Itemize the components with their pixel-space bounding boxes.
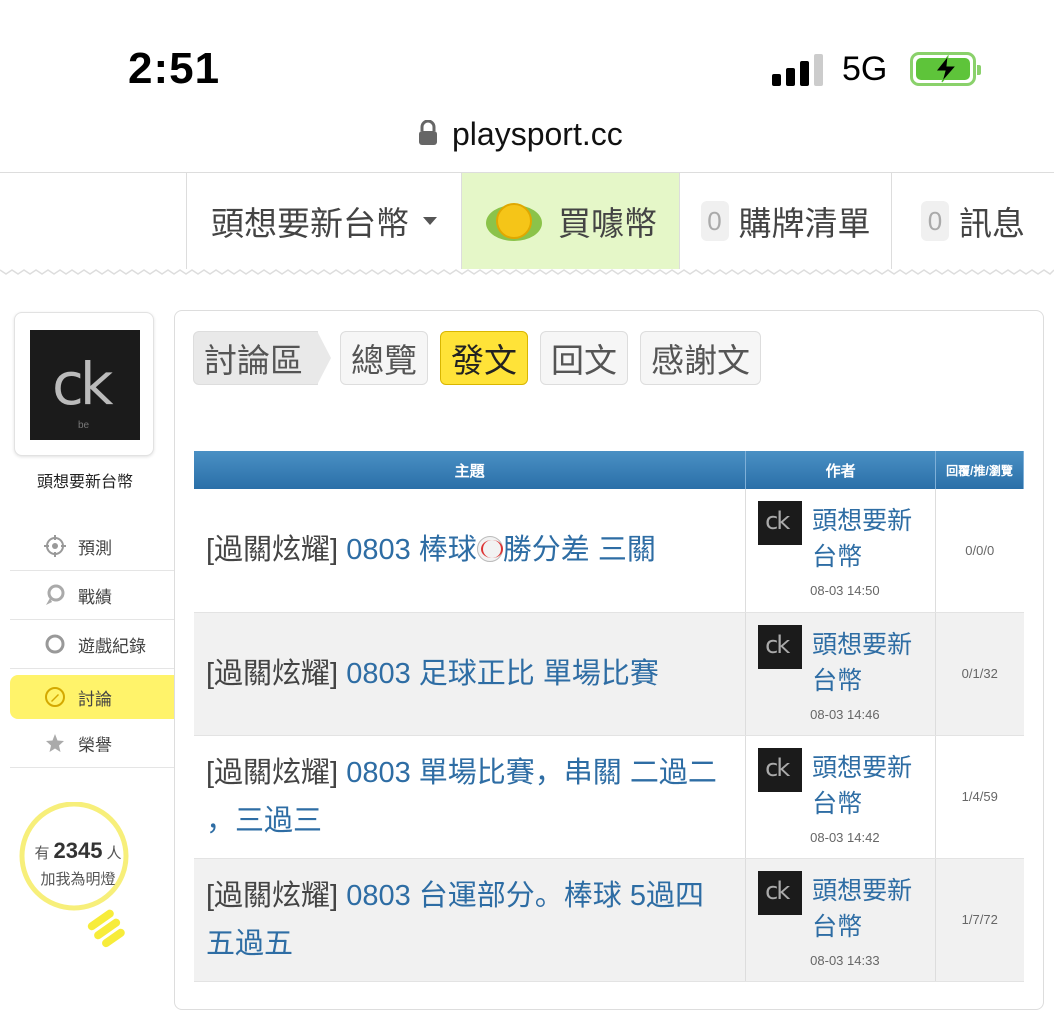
sidebar-item-label: 遊戲紀錄 xyxy=(78,636,146,656)
tab-overview[interactable]: 總覽 xyxy=(340,331,428,385)
post-tag: [過關炫耀] xyxy=(206,657,339,690)
cart-label: 購牌清單 xyxy=(738,205,871,242)
post-stats: 0/1/32 xyxy=(935,612,1024,736)
battery-charging-icon xyxy=(910,52,981,86)
column-header-topic[interactable]: 主題 xyxy=(194,451,747,489)
tab-replies[interactable]: 回文 xyxy=(540,331,628,385)
cart-button[interactable]: 0 購牌清單 xyxy=(679,173,891,269)
message-count: 0 xyxy=(921,201,949,241)
buy-coin-label: 買噱幣 xyxy=(558,205,657,242)
post-tag: [過關炫耀] xyxy=(206,879,339,912)
avatar: ck be xyxy=(30,330,140,440)
post-author: ck 頭想要新台幣 08-03 14:42 xyxy=(745,735,937,859)
avatar-logo-text: ck xyxy=(52,350,114,418)
sidebar-item-predict[interactable]: 預測 xyxy=(10,522,175,571)
forum-tabs: 討論區 總覽 發文 回文 感謝文 xyxy=(193,331,773,387)
medal-icon xyxy=(44,584,66,606)
coin-icon xyxy=(486,203,542,241)
edit-icon xyxy=(44,686,66,708)
post-title[interactable]: [過關炫耀] 0803 足球正比 單場比賽 xyxy=(194,612,747,736)
post-tag: [過關炫耀] xyxy=(206,756,339,789)
avatar[interactable]: ck xyxy=(758,747,803,792)
circle-icon xyxy=(44,633,66,655)
post-time: 08-03 14:33 xyxy=(810,952,880,968)
main-panel: 討論區 總覽 發文 回文 感謝文 主題 作者 回覆/推/瀏覽 [過關炫耀] 08… xyxy=(174,310,1044,1010)
tab-thanks[interactable]: 感謝文 xyxy=(640,331,761,385)
avatar[interactable]: ck xyxy=(758,501,803,545)
buy-coin-button[interactable]: 買噱幣 xyxy=(461,173,679,269)
follow-lamp[interactable]: 有 2345 人 加我為明燈 xyxy=(10,801,150,962)
caret-down-icon xyxy=(423,217,437,225)
post-title[interactable]: [過關炫耀] 0803 台運部分。棒球 5過四 五過五 xyxy=(194,858,747,982)
sidebar-item-label: 預測 xyxy=(78,538,112,558)
status-bar: 2:51 5G xyxy=(0,0,1054,110)
lock-icon xyxy=(419,120,437,145)
column-header-author[interactable]: 作者 xyxy=(745,451,937,489)
profile-name[interactable]: 頭想要新台幣 xyxy=(10,468,160,492)
post-author: ck 頭想要新台幣 08-03 14:50 xyxy=(745,489,937,613)
follower-count-value: 2345 xyxy=(53,838,103,863)
post-title[interactable]: [過關炫耀] 0803 棒球 勝分差 三關 xyxy=(194,489,747,613)
baseball-icon xyxy=(476,536,503,563)
sidebar-item-record[interactable]: 戰績 xyxy=(10,571,175,620)
sidebar-menu: 預測 戰績 遊戲紀錄 討論 榮譽 xyxy=(10,522,189,768)
post-time: 08-03 14:46 xyxy=(810,706,880,722)
post-title[interactable]: [過關炫耀] 0803 單場比賽，串關 二過二 ，三過三 xyxy=(194,735,747,859)
table-row: [過關炫耀] 0803 單場比賽，串關 二過二 ，三過三 ck 頭想要新台幣 0… xyxy=(194,735,1024,859)
post-tag: [過關炫耀] xyxy=(206,534,339,567)
top-nav: 頭想要新台幣 買噱幣 0 購牌清單 0 訊息 xyxy=(0,172,1054,275)
table-row: [過關炫耀] 0803 足球正比 單場比賽 ck 頭想要新台幣 08-03 14… xyxy=(194,612,1024,736)
network-type: 5G xyxy=(842,50,888,88)
post-stats: 1/4/59 xyxy=(935,735,1024,859)
user-menu[interactable]: 頭想要新台幣 xyxy=(186,173,461,269)
post-author: ck 頭想要新台幣 08-03 14:33 xyxy=(745,858,937,982)
clock: 2:51 xyxy=(128,44,221,93)
author-name[interactable]: 頭想要新台幣 xyxy=(812,750,922,822)
post-time: 08-03 14:42 xyxy=(810,829,880,845)
address-bar[interactable]: playsport.cc xyxy=(0,110,1054,170)
sidebar: ck be 頭想要新台幣 預測 戰績 遊戲紀錄 討論 榮譽 有 2345 人 加… xyxy=(10,310,189,1000)
avatar-frame[interactable]: ck be xyxy=(14,312,154,456)
avatar[interactable]: ck xyxy=(758,870,803,915)
post-author: ck 頭想要新台幣 08-03 14:46 xyxy=(745,612,937,736)
sidebar-item-label: 討論 xyxy=(78,689,112,709)
table-row: [過關炫耀] 0803 棒球 勝分差 三關 ck 頭想要新台幣 08-03 14:… xyxy=(194,489,1024,613)
post-time: 08-03 14:50 xyxy=(810,583,880,598)
sidebar-item-game-log[interactable]: 遊戲紀錄 xyxy=(10,620,175,669)
avatar[interactable]: ck xyxy=(758,624,803,669)
tab-posts[interactable]: 發文 xyxy=(440,331,528,385)
author-name[interactable]: 頭想要新台幣 xyxy=(812,503,922,575)
sidebar-item-honor[interactable]: 榮譽 xyxy=(10,719,175,768)
cart-count: 0 xyxy=(700,201,729,241)
signal-icon xyxy=(772,52,826,86)
column-header-stats[interactable]: 回覆/推/瀏覽 xyxy=(935,451,1024,489)
posts-table: 主題 作者 回覆/推/瀏覽 [過關炫耀] 0803 棒球 勝分差 三關 ck 頭想… xyxy=(194,451,1024,982)
post-stats: 0/0/0 xyxy=(935,489,1024,613)
follower-count: 有 2345 人 xyxy=(34,838,122,863)
table-row: [過關炫耀] 0803 台運部分。棒球 5過四 五過五 ck 頭想要新台幣 08… xyxy=(194,858,1024,982)
post-stats: 1/7/72 xyxy=(935,858,1024,982)
sidebar-item-discuss[interactable]: 討論 xyxy=(10,675,189,719)
user-menu-label: 頭想要新台幣 xyxy=(211,205,409,242)
avatar-logo-sub: be xyxy=(78,420,90,431)
messages-label: 訊息 xyxy=(959,205,1025,242)
divider xyxy=(0,269,1054,275)
follow-action[interactable]: 加我為明燈 xyxy=(18,868,138,889)
url-text: playsport.cc xyxy=(452,116,623,152)
messages-button[interactable]: 0 訊息 xyxy=(891,173,1054,269)
breadcrumb[interactable]: 討論區 xyxy=(193,331,331,385)
author-name[interactable]: 頭想要新台幣 xyxy=(812,627,922,699)
author-name[interactable]: 頭想要新台幣 xyxy=(812,873,922,945)
target-icon xyxy=(44,535,66,557)
sidebar-item-label: 榮譽 xyxy=(78,735,112,755)
star-icon xyxy=(44,732,66,754)
sidebar-item-label: 戰績 xyxy=(78,587,112,607)
